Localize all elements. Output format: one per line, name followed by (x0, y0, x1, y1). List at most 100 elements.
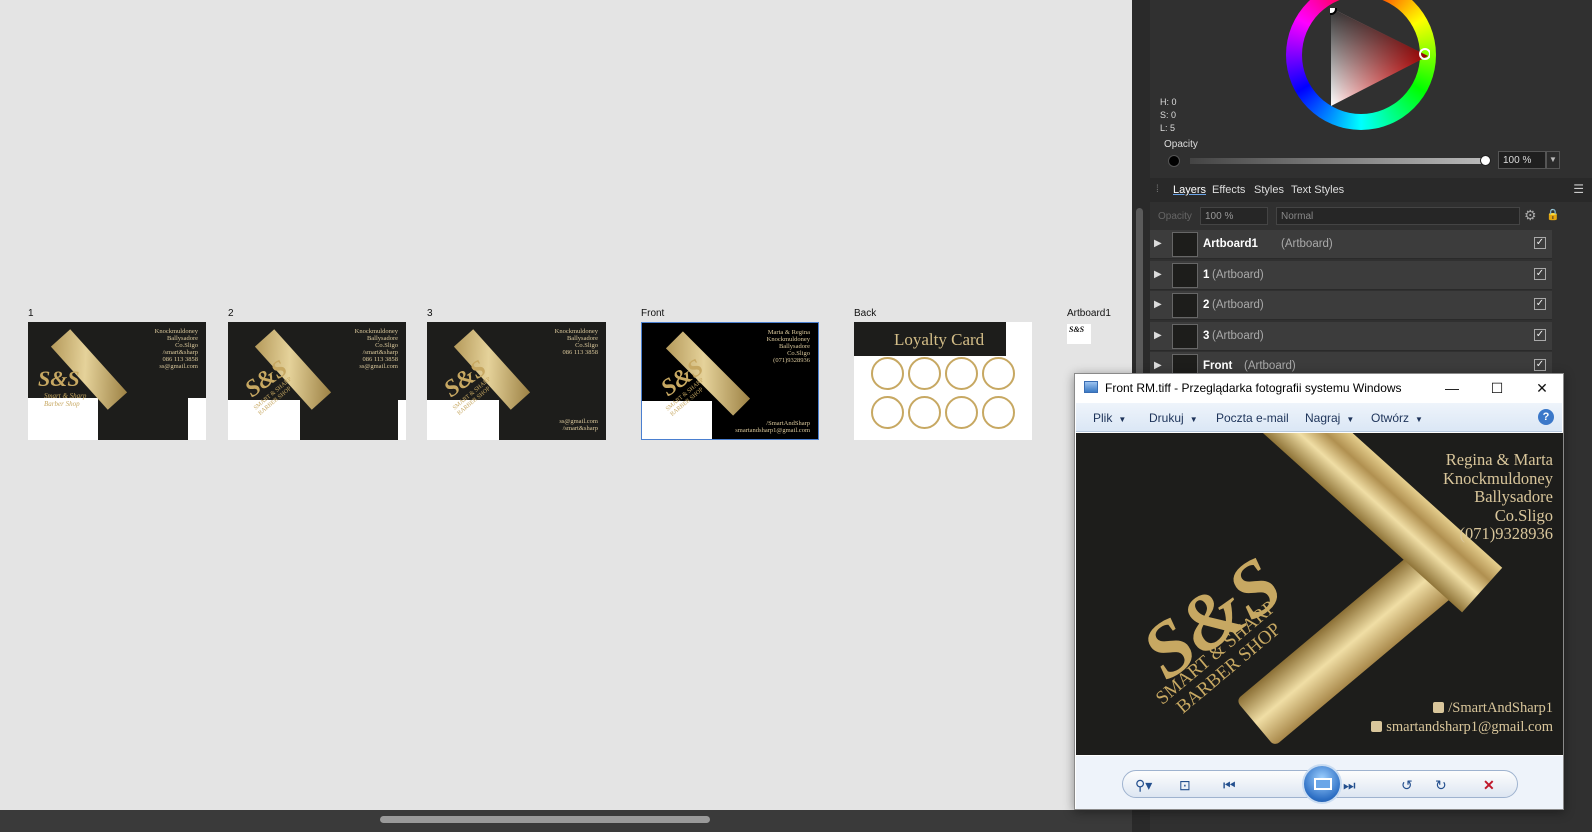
social-text: /SmartAndSharp smartandsharp1@gmail.com (735, 420, 810, 434)
previous-icon[interactable]: ⏮ (1223, 777, 1236, 794)
menu-plik[interactable]: Plik ▼ (1093, 411, 1126, 425)
layer-name: 1 (1203, 269, 1210, 281)
opacity-slider-knob[interactable] (1480, 155, 1491, 166)
layer-row-artboard1[interactable]: ▶ Artboard1 (Artboard) ✓ (1150, 230, 1552, 259)
monogram: S&S (38, 366, 80, 391)
slideshow-button[interactable] (1302, 764, 1342, 804)
opacity-input[interactable]: 100 % (1498, 151, 1546, 169)
design-canvas[interactable]: 1 S&S Smart & Sharp Barber Shop Knockmul… (0, 0, 1132, 810)
menu-label: Poczta e-mail (1216, 411, 1289, 425)
chevron-down-icon[interactable]: ▼ (1546, 151, 1560, 169)
blend-mode-select[interactable]: Normal (1276, 207, 1520, 225)
photo-viewer-window[interactable]: Front RM.tiff - Przeglądarka fotografii … (1074, 373, 1564, 810)
viewer-titlebar[interactable]: Front RM.tiff - Przeglądarka fotografii … (1075, 374, 1563, 402)
menu-label: Plik (1093, 411, 1113, 425)
displayed-image: S&S SMART & SHARP BARBER SHOP Regina & M… (1076, 433, 1563, 755)
email-line: smartandsharp1@gmail.com (1371, 718, 1553, 737)
layer-name: Artboard1 (1203, 238, 1258, 250)
lightness-readout: L: 5 (1160, 123, 1176, 133)
menu-label: Otwórz (1371, 411, 1410, 425)
layer-name: 2 (1203, 299, 1210, 311)
artboard-label-3[interactable]: 3 (427, 308, 433, 319)
help-icon[interactable]: ? (1538, 409, 1554, 425)
artboard-artboard1[interactable]: S&S (1067, 324, 1091, 344)
viewer-menubar: Plik ▼ Drukuj ▼ Poczta e-mail Nagraj ▼ Otwó… (1076, 403, 1562, 432)
opacity-slider[interactable] (1190, 158, 1486, 164)
close-icon[interactable]: ✕ (1525, 377, 1559, 399)
email-icon (1371, 721, 1383, 732)
artboard-3[interactable]: S&S SMART & SHARP BARBER SHOP Knockmuldo… (427, 322, 606, 440)
artboard-label-1[interactable]: 1 (28, 308, 34, 319)
visibility-checkbox[interactable]: ✓ (1534, 329, 1546, 341)
stamp-circle (908, 357, 941, 390)
mini-logo: S&S (1069, 325, 1085, 334)
stamp-circle (871, 357, 904, 390)
image-file-icon (1084, 381, 1098, 393)
layer-thumbnail (1172, 232, 1198, 257)
menu-poczta[interactable]: Poczta e-mail (1216, 411, 1289, 425)
artboard-1[interactable]: S&S Smart & Sharp Barber Shop Knockmuldo… (28, 322, 206, 440)
slideshow-icon (1314, 778, 1332, 790)
stamp-circle (871, 396, 904, 429)
zoom-icon[interactable]: ⚲▾ (1135, 777, 1152, 794)
white-area (398, 400, 406, 440)
lock-icon[interactable]: 🔒 (1546, 208, 1560, 221)
layer-row-1[interactable]: ▶ 1 (Artboard) ✓ (1150, 261, 1552, 290)
visibility-checkbox[interactable]: ✓ (1534, 268, 1546, 280)
visibility-checkbox[interactable]: ✓ (1534, 298, 1546, 310)
current-color-swatch[interactable] (1168, 155, 1180, 167)
layer-row-3[interactable]: ▶ 3 (Artboard) ✓ (1150, 322, 1552, 351)
layer-type: (Artboard) (1212, 299, 1264, 311)
tab-layers[interactable]: Layers (1173, 184, 1206, 196)
expand-arrow-icon[interactable]: ▶ (1154, 360, 1162, 371)
layer-opacity-input[interactable]: 100 % (1200, 207, 1268, 225)
expand-arrow-icon[interactable]: ▶ (1154, 238, 1162, 249)
expand-arrow-icon[interactable]: ▶ (1154, 299, 1162, 310)
chevron-down-icon: ▼ (1118, 415, 1127, 424)
menu-nagraj[interactable]: Nagraj ▼ (1305, 411, 1354, 425)
facebook-icon (1433, 702, 1445, 713)
visibility-checkbox[interactable]: ✓ (1534, 359, 1546, 371)
artboard-label-front[interactable]: Front (641, 308, 664, 319)
tab-styles[interactable]: Styles (1254, 184, 1284, 196)
color-triangle[interactable] (1330, 8, 1430, 108)
grip-icon[interactable]: ⁞ (1156, 184, 1159, 195)
maximize-icon[interactable]: ☐ (1480, 377, 1514, 399)
vertical-scrollbar[interactable] (1136, 208, 1143, 378)
address-text: Knockmuldoney Ballysadore Co.Sligo 086 1… (554, 328, 598, 356)
stamp-circle (982, 357, 1015, 390)
opacity-label: Opacity (1164, 139, 1198, 150)
layer-row-2[interactable]: ▶ 2 (Artboard) ✓ (1150, 291, 1552, 320)
artboard-label-2[interactable]: 2 (228, 308, 234, 319)
tab-effects[interactable]: Effects (1212, 184, 1245, 196)
actual-size-icon[interactable]: ⊡ (1179, 777, 1191, 794)
menu-drukuj[interactable]: Drukuj ▼ (1149, 411, 1198, 425)
scrollbar-thumb[interactable] (380, 816, 710, 823)
menu-label: Drukuj (1149, 411, 1184, 425)
panel-menu-icon[interactable]: ☰ (1573, 182, 1584, 196)
expand-arrow-icon[interactable]: ▶ (1154, 330, 1162, 341)
horizontal-scrollbar[interactable] (0, 810, 1132, 832)
layer-name: Front (1203, 360, 1233, 372)
address-text: Regina & Marta Knockmuldoney Ballysadore… (1443, 450, 1553, 543)
artboard-2[interactable]: S&S SMART & SHARP BARBER SHOP Knockmuldo… (228, 322, 406, 440)
artboard-label-artboard1[interactable]: Artboard1 (1067, 308, 1111, 319)
delete-icon[interactable]: ✕ (1483, 777, 1495, 794)
artboard-label-back[interactable]: Back (854, 308, 876, 319)
chevron-down-icon: ▼ (1189, 415, 1198, 424)
artboard-back[interactable]: Loyalty Card (854, 322, 1032, 440)
stamp-circle (908, 396, 941, 429)
tab-text-styles[interactable]: Text Styles (1291, 184, 1344, 196)
visibility-checkbox[interactable]: ✓ (1534, 237, 1546, 249)
artboard-front[interactable]: S&S SMART & SHARP BARBER SHOP Marta & Re… (641, 322, 819, 440)
hue-readout: H: 0 (1160, 97, 1177, 107)
rotate-right-icon[interactable]: ↻ (1435, 777, 1447, 794)
minimize-icon[interactable]: — (1435, 377, 1469, 399)
expand-arrow-icon[interactable]: ▶ (1154, 269, 1162, 280)
rotate-left-icon[interactable]: ↺ (1401, 777, 1413, 794)
next-icon[interactable]: ⏭ (1343, 777, 1356, 794)
gear-icon[interactable]: ⚙ (1524, 207, 1537, 224)
email-address: smartandsharp1@gmail.com (1386, 719, 1553, 735)
menu-label: Nagraj (1305, 411, 1341, 425)
menu-otworz[interactable]: Otwórz ▼ (1371, 411, 1423, 425)
